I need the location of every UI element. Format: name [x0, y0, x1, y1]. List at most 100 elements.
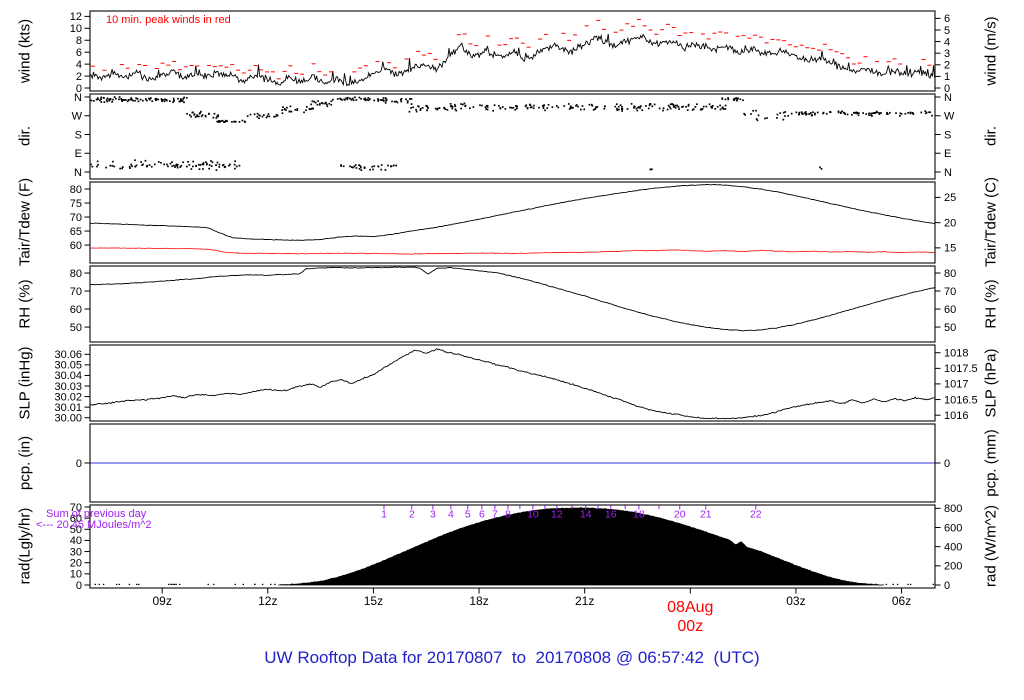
panel-slp: 30.0030.0130.0230.0330.0430.0530.06 1016 1…: [54, 344, 978, 425]
tair-right-axis-label: Tair/Tdew (C): [982, 176, 1000, 268]
svg-text:70: 70: [70, 212, 82, 224]
svg-text:22: 22: [750, 509, 762, 521]
svg-text:3: 3: [430, 509, 436, 521]
svg-text:25: 25: [944, 192, 956, 204]
svg-text:30.01: 30.01: [54, 402, 82, 414]
svg-text:14: 14: [580, 509, 592, 521]
svg-text:50: 50: [944, 322, 956, 334]
svg-text:400: 400: [944, 541, 962, 553]
svg-text:50: 50: [70, 322, 82, 334]
svg-text:12: 12: [551, 509, 563, 521]
svg-text:09z: 09z: [152, 594, 171, 608]
svg-text:20: 20: [674, 509, 686, 521]
svg-text:10: 10: [527, 509, 539, 521]
svg-text:8: 8: [76, 35, 82, 47]
svg-text:10: 10: [70, 23, 82, 35]
svg-text:1016: 1016: [944, 410, 968, 422]
svg-text:1017.5: 1017.5: [944, 363, 978, 375]
svg-text:30.04: 30.04: [54, 370, 82, 382]
svg-text:1018: 1018: [944, 348, 968, 360]
svg-text:E: E: [944, 148, 951, 160]
svg-text:0: 0: [944, 458, 950, 470]
svg-text:S: S: [944, 129, 951, 141]
svg-text:0: 0: [944, 580, 950, 592]
pcp-left-axis-label: pcp. (in): [16, 435, 34, 491]
svg-text:60: 60: [70, 240, 82, 252]
dir-left-axis-label: dir.: [16, 125, 34, 147]
svg-text:08Aug: 08Aug: [667, 599, 713, 616]
svg-text:8: 8: [505, 509, 511, 521]
svg-text:7: 7: [492, 509, 498, 521]
svg-text:600: 600: [944, 522, 962, 534]
svg-text:60: 60: [944, 304, 956, 316]
svg-text:00z: 00z: [677, 618, 703, 635]
svg-text:21z: 21z: [575, 594, 594, 608]
svg-text:70: 70: [70, 286, 82, 298]
svg-text:30.00: 30.00: [54, 413, 82, 425]
svg-text:N: N: [74, 92, 82, 104]
svg-text:20: 20: [70, 558, 82, 570]
svg-text:15z: 15z: [364, 594, 383, 608]
figure-title: UW Rooftop Data for 20170807 to 20170808…: [264, 648, 760, 667]
panel-rad: 1 2 3 4 5 6 7 8 10 12 14 16 18 20 21 220102030405060700…: [70, 502, 963, 592]
svg-text:80: 80: [70, 268, 82, 280]
svg-text:75: 75: [70, 198, 82, 210]
peak-winds-note: 10 min. peak winds in red: [106, 14, 231, 26]
svg-text:10: 10: [70, 569, 82, 581]
rad-left-axis-label: rad(Lgly/hr): [16, 507, 34, 585]
panel-tair: 60 65 70 75 80 15 20 25: [70, 181, 956, 264]
svg-text:12: 12: [70, 11, 82, 23]
svg-text:6: 6: [479, 509, 485, 521]
svg-text:4: 4: [76, 59, 82, 71]
svg-text:80: 80: [70, 184, 82, 196]
rad-right-axis-label: rad (W/m^2): [982, 504, 1000, 588]
pcp-right-axis-label: pcp. (mm): [982, 429, 1000, 497]
svg-text:20: 20: [944, 217, 956, 229]
svg-text:0: 0: [76, 458, 82, 470]
svg-text:30.06: 30.06: [54, 349, 82, 361]
svg-text:2: 2: [409, 509, 415, 521]
svg-text:6: 6: [76, 47, 82, 59]
wind-left-axis-label: wind (kts): [16, 18, 34, 84]
svg-text:1016.5: 1016.5: [944, 394, 978, 406]
svg-text:N: N: [74, 167, 82, 179]
tair-left-axis-label: Tair/Tdew (F): [16, 177, 34, 267]
svg-text:3: 3: [944, 48, 950, 60]
svg-text:21: 21: [700, 509, 712, 521]
svg-text:80: 80: [944, 268, 956, 280]
plot-canvas: 0246810120123456NWSENNWSEN60657075801520…: [54, 10, 978, 635]
svg-text:1: 1: [381, 509, 387, 521]
svg-text:5: 5: [944, 25, 950, 37]
svg-text:W: W: [944, 111, 955, 123]
rh-left-axis-label: RH (%): [16, 279, 34, 329]
svg-text:06z: 06z: [892, 594, 911, 608]
svg-text:18: 18: [633, 509, 645, 521]
svg-text:65: 65: [70, 226, 82, 238]
panel-rh: 50 60 70 80 50 60 70 80: [70, 265, 956, 343]
panel-pcp: 00: [76, 423, 950, 503]
panel-dir: NWSENNWSEN: [72, 92, 955, 180]
weather-multipanel-figure: 0 2 4 6 8 10 12 0 1 2 3 4 5 6 N W S E N N W S E N 60 65 70 75 80 15 20…: [0, 0, 1024, 700]
slp-left-axis-label: SLP (inHg): [16, 346, 34, 420]
svg-text:30.05: 30.05: [54, 360, 82, 372]
svg-text:1017: 1017: [944, 379, 968, 391]
svg-text:5: 5: [465, 509, 471, 521]
svg-text:15: 15: [944, 243, 956, 255]
svg-text:12z: 12z: [258, 594, 277, 608]
svg-text:2: 2: [76, 71, 82, 83]
svg-text:N: N: [944, 167, 952, 179]
svg-text:S: S: [75, 129, 82, 141]
dir-right-axis-label: dir.: [982, 125, 1000, 147]
svg-text:200: 200: [944, 561, 962, 573]
svg-text:18z: 18z: [469, 594, 488, 608]
slp-right-axis-label: SLP (hPa): [982, 348, 1000, 418]
svg-text:4: 4: [944, 36, 950, 48]
svg-text:1: 1: [944, 71, 950, 83]
wind-right-axis-label: wind (m/s): [982, 16, 1000, 86]
svg-text:30.02: 30.02: [54, 391, 82, 403]
rad-sum-note-line2: <--- 20.45 MJoules/m^2: [36, 519, 152, 531]
svg-text:4: 4: [448, 509, 454, 521]
svg-text:30: 30: [70, 546, 82, 558]
svg-text:6: 6: [944, 13, 950, 25]
svg-text:0: 0: [76, 580, 82, 592]
